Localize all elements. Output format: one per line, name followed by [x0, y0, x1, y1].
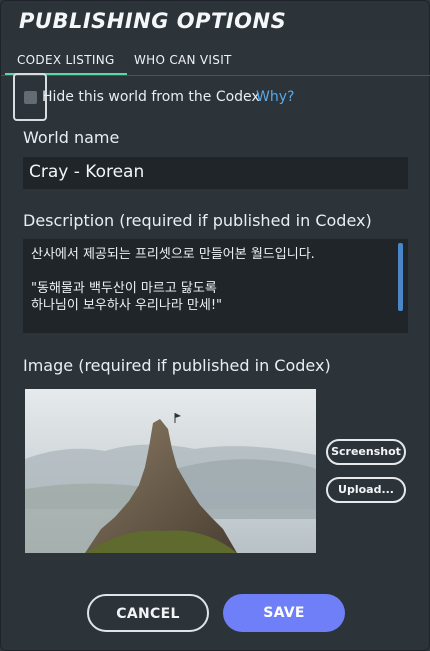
tab-codex-listing[interactable]: CODEX LISTING: [5, 53, 127, 75]
description-line: "동해물과 백두산이 마르고 닳도록: [31, 281, 217, 296]
hide-from-codex-checkbox[interactable]: [24, 91, 37, 104]
why-link[interactable]: Why?: [256, 89, 294, 105]
tab-bar: CODEX LISTING WHO CAN VISIT: [1, 47, 430, 76]
world-image-preview: [25, 389, 316, 553]
upload-button[interactable]: Upload...: [326, 477, 406, 503]
rock-spire-landscape-image: [25, 389, 316, 553]
save-button[interactable]: SAVE: [223, 594, 345, 632]
world-name-input[interactable]: Cray - Korean: [23, 157, 408, 189]
hide-from-codex-label[interactable]: Hide this world from the Codex: [42, 89, 260, 105]
description-line: 하나님이 보우하사 우리나라 만세!": [31, 298, 223, 313]
description-line: [31, 263, 400, 280]
dialog-title: PUBLISHING OPTIONS: [19, 9, 287, 33]
description-textarea[interactable]: 산사에서 제공되는 프리셋으로 만들어본 월드입니다. "동해물과 백두산이 마…: [23, 239, 408, 333]
screenshot-button[interactable]: Screenshot: [326, 439, 406, 465]
description-line: 산사에서 제공되는 프리셋으로 만들어본 월드입니다.: [31, 247, 315, 262]
image-label: Image (required if published in Codex): [23, 356, 331, 375]
cancel-button[interactable]: CANCEL: [87, 594, 209, 632]
publishing-options-dialog: PUBLISHING OPTIONS CODEX LISTING WHO CAN…: [0, 0, 430, 651]
tab-who-can-visit[interactable]: WHO CAN VISIT: [134, 53, 232, 67]
world-name-label: World name: [23, 128, 120, 147]
description-label: Description (required if published in Co…: [23, 211, 372, 230]
description-scrollbar[interactable]: [398, 243, 403, 311]
